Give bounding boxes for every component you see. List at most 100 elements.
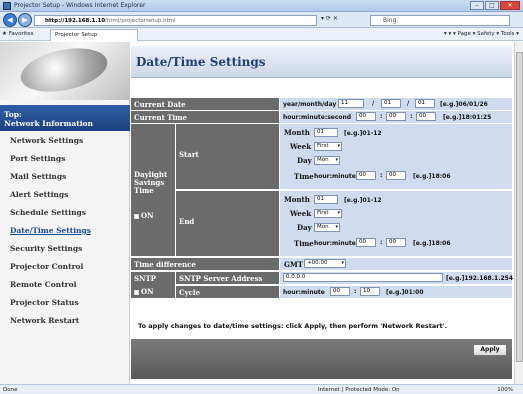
- sidebar-item-projector-status[interactable]: Projector Status: [10, 298, 79, 307]
- sntp-server-input[interactable]: 0.0.0.0: [283, 273, 443, 282]
- sntp-label: SNTP: [134, 274, 156, 283]
- sntp-label-cell: SNTP ON: [131, 272, 175, 298]
- start-time-label: Time: [294, 172, 314, 181]
- current-date-label: Current Date: [131, 98, 279, 110]
- time-sep-2: :: [410, 113, 413, 120]
- gmt-offset-select[interactable]: +00:00 ▾: [304, 259, 346, 268]
- time-sep-1: :: [380, 113, 383, 120]
- end-month-hint: [e.g.]01-12: [344, 197, 382, 204]
- sidebar-item-schedule-settings[interactable]: Schedule Settings: [10, 208, 86, 217]
- apply-bar: [131, 339, 512, 379]
- sidebar-item-mail-settings[interactable]: Mail Settings: [10, 172, 66, 181]
- browser-tab[interactable]: Projector Setup: [50, 29, 138, 41]
- sidebar-item-network-restart[interactable]: Network Restart: [10, 316, 79, 325]
- sidebar-item-remote-control[interactable]: Remote Control: [10, 280, 76, 289]
- dst-end-label: End: [179, 217, 195, 226]
- end-month-input[interactable]: 01: [314, 195, 338, 204]
- apply-button[interactable]: Apply: [473, 344, 507, 356]
- projector-logo: [0, 42, 130, 100]
- sidebar-top-network-information[interactable]: Top: Network Information: [0, 105, 130, 131]
- window-title: Projector Setup - Windows Internet Explo…: [14, 2, 146, 9]
- dst-start-label: Start: [179, 150, 199, 159]
- dst-start-label-cell: Start: [176, 124, 279, 189]
- favorites-button[interactable]: ★ Favorites: [2, 31, 34, 37]
- url-host: http://192.168.1.10: [45, 18, 106, 24]
- apply-note: To apply changes to date/time settings: …: [138, 322, 448, 330]
- sntp-cycle-row: hour:minute 00 : 10 [e.g.]01:00: [280, 286, 512, 298]
- start-time-hint: [e.g.]18:06: [413, 173, 451, 180]
- end-time-hint: [e.g.]18:06: [413, 240, 451, 247]
- end-week-label: Week: [290, 209, 312, 218]
- sntp-on-checkbox[interactable]: ON: [134, 287, 154, 296]
- end-month-label: Month: [284, 195, 310, 204]
- end-time-label: Time: [294, 239, 314, 248]
- current-minute-input[interactable]: 00: [386, 112, 406, 121]
- current-date-example: [e.g.]06/01/26: [440, 101, 488, 108]
- dst-on-checkbox[interactable]: ON: [134, 211, 154, 220]
- end-hour-input[interactable]: 00: [356, 238, 376, 247]
- zoom-level[interactable]: 100%: [497, 387, 513, 393]
- current-time-example: [e.g.]18:01:25: [443, 114, 492, 121]
- start-day-select[interactable]: Mon ▾: [314, 156, 340, 165]
- forward-arrow-icon[interactable]: ▶: [18, 13, 32, 27]
- end-week-select[interactable]: First ▾: [314, 209, 342, 218]
- sidebar-top-label: Top:: [4, 110, 22, 119]
- sidebar-top-sublabel: Network Information: [4, 119, 94, 128]
- sntp-server-label: SNTP Server Address: [176, 272, 279, 284]
- current-hour-input[interactable]: 00: [356, 112, 376, 121]
- tab-label: Projector Setup: [55, 32, 98, 38]
- sidebar-item-alert-settings[interactable]: Alert Settings: [10, 190, 68, 199]
- current-date-row: year/month/day 11 / 01 / 01 [e.g.]06/01/…: [280, 98, 512, 110]
- start-week-select[interactable]: First ▾: [314, 142, 342, 151]
- sntp-cycle-minute-input[interactable]: 10: [360, 287, 380, 296]
- sidebar-item-projector-control[interactable]: Projector Control: [10, 262, 83, 271]
- sntp-cycle-example: [e.g.]01:00: [386, 289, 424, 296]
- command-bar[interactable]: ▾ ▾ ▾ Page ▾ Safety ▾ Tools ▾: [444, 31, 519, 37]
- start-day-value: Mon: [317, 157, 329, 163]
- sidebar-item-date-time-settings[interactable]: Date/Time Settings: [10, 226, 91, 235]
- minimize-button[interactable]: –: [470, 1, 484, 10]
- current-year-input[interactable]: 11: [338, 99, 364, 108]
- status-text: Done: [3, 387, 18, 393]
- chevron-down-icon: ▾: [337, 210, 340, 216]
- url-actions[interactable]: ▾ ⟳ ✕: [321, 15, 338, 22]
- current-time-format: hour:minute:second: [283, 114, 352, 121]
- sntp-cycle-label: Cycle: [176, 286, 279, 298]
- status-bar: Done Internet | Protected Mode: On 100%: [0, 384, 523, 394]
- start-month-input[interactable]: 01: [314, 128, 338, 137]
- sidebar-item-port-settings[interactable]: Port Settings: [10, 154, 65, 163]
- sidebar-item-network-settings[interactable]: Network Settings: [10, 136, 83, 145]
- sntp-on-label: ON: [141, 287, 154, 296]
- dst-on-label: ON: [141, 211, 154, 220]
- start-month-hint: [e.g.]01-12: [344, 130, 382, 137]
- favorites-bar: ★ Favorites Projector Setup ▾ ▾ ▾ Page ▾…: [0, 28, 523, 41]
- end-day-select[interactable]: Mon ▾: [314, 223, 340, 232]
- vertical-scrollbar[interactable]: [514, 42, 523, 384]
- sidebar-item-security-settings[interactable]: Security Settings: [10, 244, 82, 253]
- window-titlebar: Projector Setup - Windows Internet Explo…: [0, 0, 523, 12]
- back-arrow-icon[interactable]: ◀: [3, 13, 17, 27]
- current-time-row: hour:minute:second 00 : 00 : 00 [e.g.]18…: [280, 111, 512, 123]
- current-date-format: year/month/day: [283, 101, 337, 108]
- current-second-input[interactable]: 00: [416, 112, 436, 121]
- address-bar: ◀ ▶ http://192.168.1.10/html/projectorse…: [0, 12, 523, 28]
- time-difference-row: GMT +00:00 ▾: [280, 258, 512, 270]
- end-time-sep: :: [380, 239, 383, 246]
- current-time-label: Current Time: [131, 111, 279, 123]
- current-month-input[interactable]: 01: [381, 99, 401, 108]
- current-day-input[interactable]: 01: [415, 99, 435, 108]
- start-week-label: Week: [290, 142, 312, 151]
- end-day-value: Mon: [317, 224, 329, 230]
- start-hour-input[interactable]: 00: [356, 171, 376, 180]
- search-input[interactable]: Bing: [370, 15, 510, 26]
- sntp-cycle-hour-input[interactable]: 00: [330, 287, 350, 296]
- url-input[interactable]: http://192.168.1.10/html/projectorsetup.…: [34, 15, 317, 26]
- maximize-button[interactable]: □: [485, 1, 499, 10]
- close-button[interactable]: ✕: [500, 1, 520, 10]
- end-day-label: Day: [297, 223, 312, 232]
- end-minute-input[interactable]: 00: [386, 238, 406, 247]
- scrollbar-thumb[interactable]: [516, 52, 523, 362]
- date-sep-1: /: [372, 100, 375, 107]
- start-minute-input[interactable]: 00: [386, 171, 406, 180]
- sntp-server-example: [e.g.]192.168.1.254: [446, 275, 513, 282]
